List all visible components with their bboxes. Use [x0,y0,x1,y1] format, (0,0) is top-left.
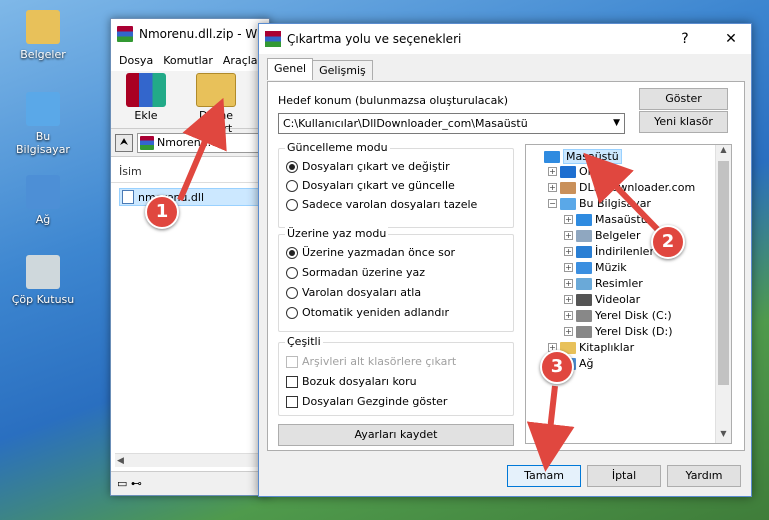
arrow-1 [177,97,227,202]
step-badge-1: 1 [145,195,179,229]
arrow-2 [583,152,663,235]
arrow-3 [526,385,575,472]
annotation-arrows [177,97,663,472]
step-badge-3: 3 [540,350,574,384]
step-badge-2: 2 [651,225,685,259]
